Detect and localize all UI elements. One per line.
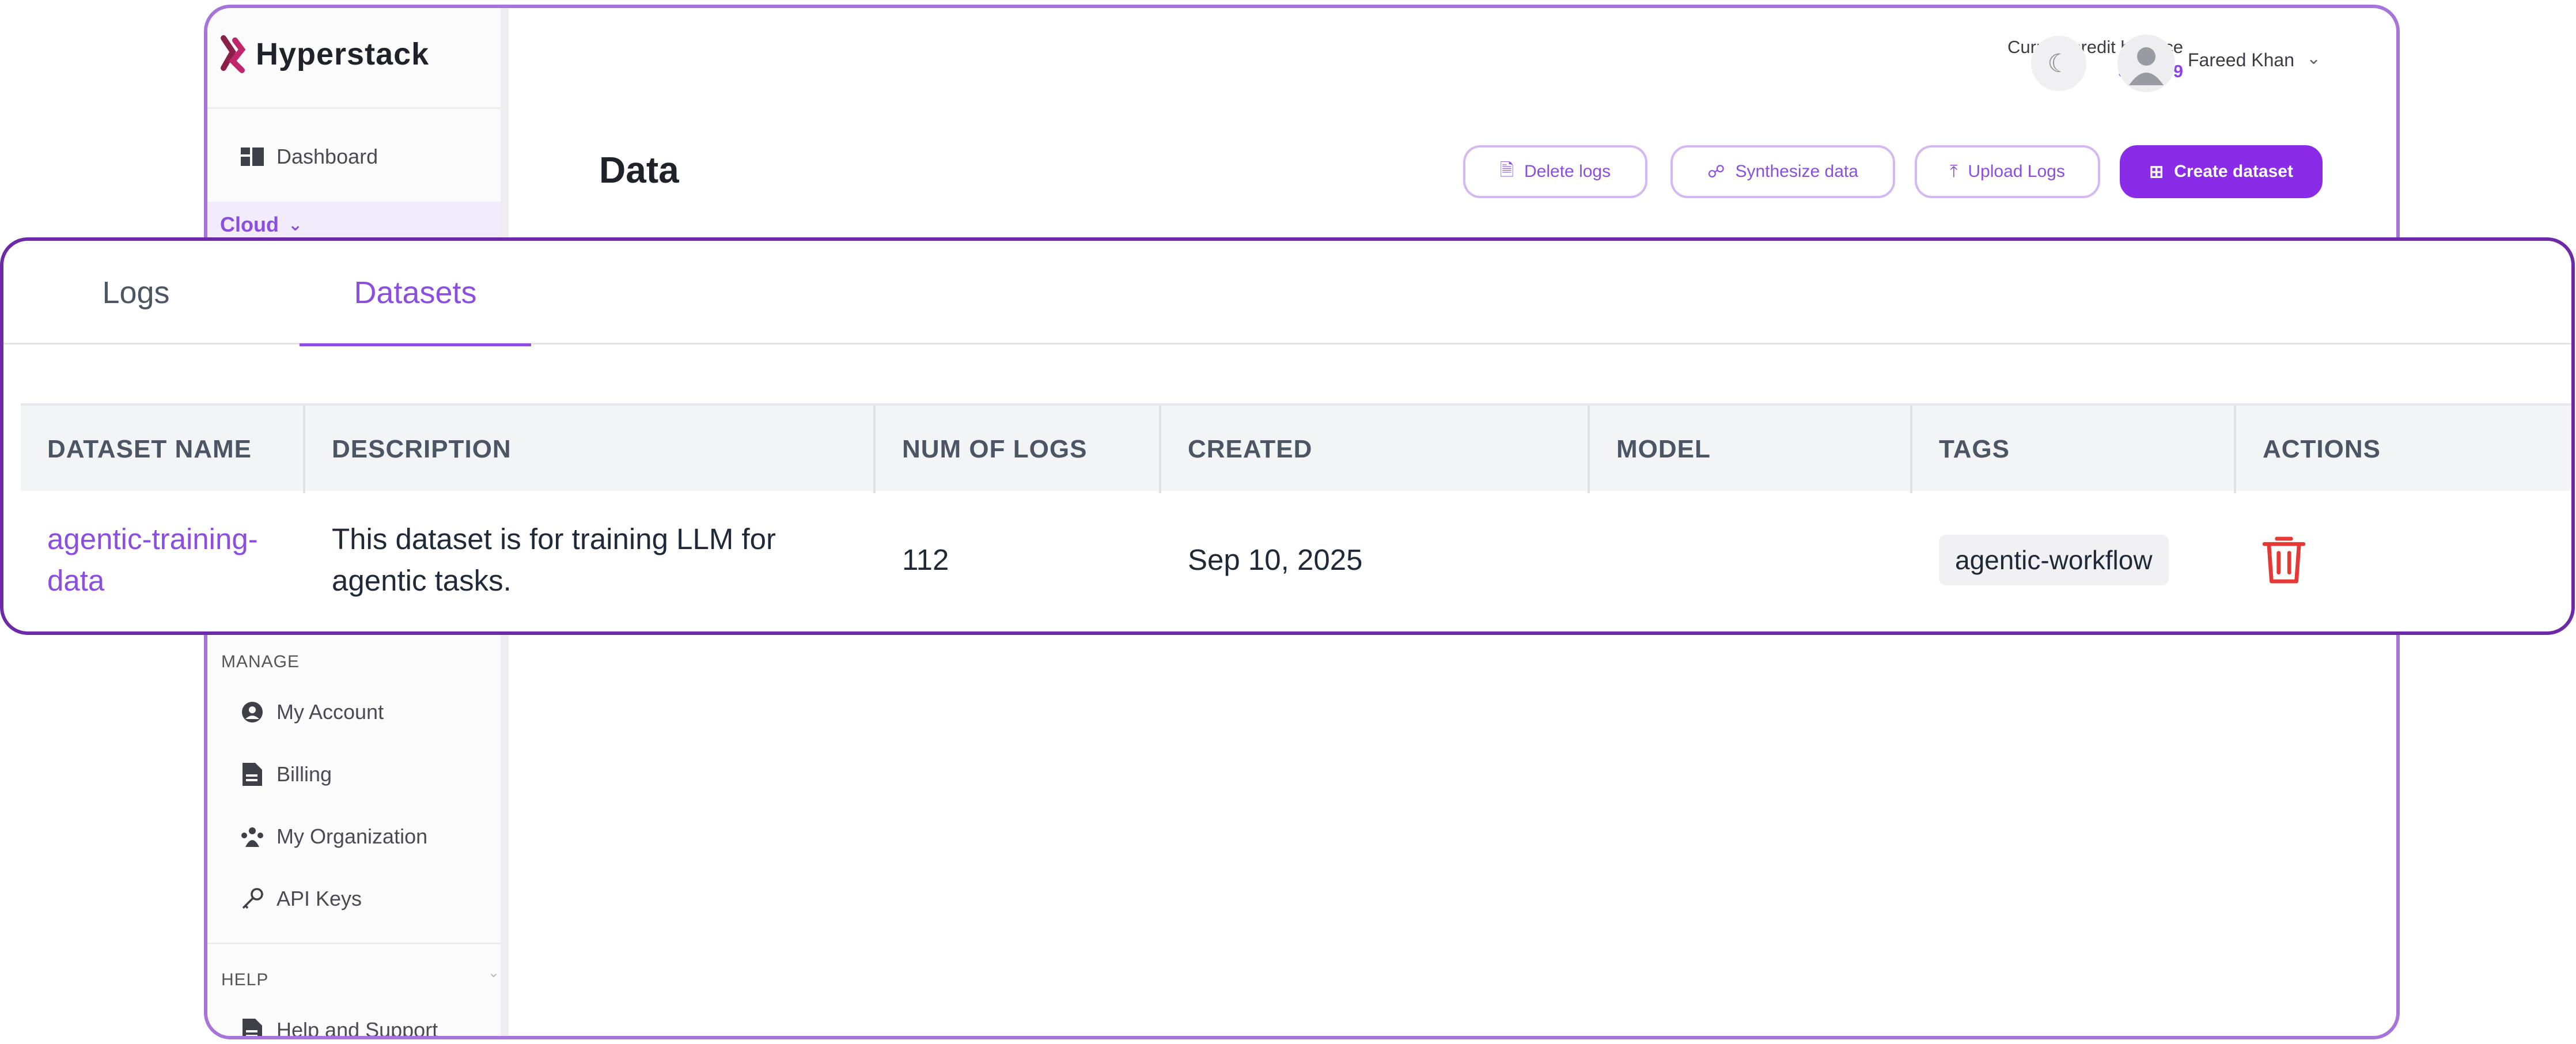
upload-icon: ⤒ [1950, 162, 1958, 181]
moon-icon: ☾ [2047, 49, 2070, 78]
user-circle-icon [240, 699, 265, 725]
sidebar-item-label: Dashboard [276, 145, 378, 168]
dashboard-icon [240, 144, 265, 169]
button-label: Delete logs [1524, 162, 1611, 181]
datasets-zoom-panel: Logs Datasets DATASET NAME DESCRIPTION N… [0, 237, 2575, 635]
key-icon [240, 886, 265, 911]
synthesize-data-button[interactable]: ☍ Synthesize data [1670, 145, 1895, 198]
column-header-tags[interactable]: TAGS [1912, 406, 2236, 493]
section-label-manage: MANAGE [221, 652, 300, 671]
document-icon: 🗎 [1499, 160, 1514, 180]
sidebar-divider [207, 943, 501, 944]
cell-tags: agentic-workflow [1912, 491, 2236, 629]
datasets-table: DATASET NAME DESCRIPTION NUM OF LOGS CRE… [21, 403, 2571, 629]
sidebar-item-my-account[interactable]: My Account [240, 699, 384, 725]
chevron-down-icon: ⌄ [287, 215, 303, 234]
page-title: Data [599, 149, 679, 191]
document-icon [240, 762, 265, 787]
button-label: Create dataset [2174, 162, 2293, 181]
column-header-description[interactable]: DESCRIPTION [305, 406, 876, 493]
column-header-created[interactable]: CREATED [1161, 406, 1590, 493]
column-header-model[interactable]: MODEL [1590, 406, 1912, 493]
tab-bar: Logs Datasets [3, 241, 2571, 346]
trash-icon[interactable] [2263, 535, 2305, 585]
button-label: Synthesize data [1735, 162, 1858, 181]
sidebar-item-dashboard[interactable]: Dashboard [240, 144, 378, 169]
button-label: Upload Logs [1968, 162, 2065, 181]
sidebar-item-my-organization[interactable]: My Organization [240, 824, 427, 849]
column-header-dataset-name[interactable]: DATASET NAME [21, 406, 305, 493]
cell-actions [2236, 491, 2571, 629]
folder-plus-icon: ⊞ [2149, 162, 2164, 181]
upload-logs-button[interactable]: ⤒ Upload Logs [1915, 145, 2100, 198]
table-row: agentic-training-data This dataset is fo… [21, 491, 2571, 629]
cell-dataset-name: agentic-training-data [21, 491, 305, 629]
brand[interactable]: Hyperstack [219, 33, 429, 75]
sidebar-divider [207, 107, 501, 109]
cell-created: Sep 10, 2025 [1188, 543, 1363, 576]
sidebar-item-billing[interactable]: Billing [240, 762, 332, 787]
organization-icon [240, 824, 265, 849]
user-name[interactable]: Fareed Khan [2188, 50, 2294, 71]
dataset-name-link[interactable]: agentic-training-data [47, 519, 289, 602]
table-header: DATASET NAME DESCRIPTION NUM OF LOGS CRE… [21, 403, 2571, 493]
theme-toggle-button[interactable]: ☾ [2031, 36, 2086, 91]
cell-description: This dataset is for training LLM for age… [305, 491, 876, 629]
scroll-down-icon[interactable]: ⌄ [488, 964, 499, 981]
tag-chip: agentic-workflow [1939, 535, 2169, 585]
cell-model [1590, 491, 1912, 629]
chevron-down-icon[interactable]: ⌄ [2306, 48, 2321, 69]
sidebar-item-label: Cloud [220, 213, 279, 236]
sidebar-item-label: My Organization [276, 824, 428, 848]
sidebar-item-label: My Account [276, 700, 384, 724]
sidebar-item-label: Help and Support [276, 1018, 438, 1039]
section-label-help: HELP [221, 970, 269, 989]
cell-num-of-logs: 112 [902, 543, 949, 576]
document-icon [240, 1017, 265, 1036]
sidebar-item-api-keys[interactable]: API Keys [240, 886, 362, 911]
tab-logs[interactable]: Logs [26, 241, 245, 345]
tab-datasets[interactable]: Datasets [300, 241, 531, 346]
dataset-description: This dataset is for training LLM for age… [332, 523, 776, 597]
brand-name: Hyperstack [256, 37, 430, 71]
delete-logs-button[interactable]: 🗎 Delete logs [1463, 145, 1647, 198]
sidebar-item-help-and-support[interactable]: Help and Support [240, 1017, 438, 1039]
create-dataset-button[interactable]: ⊞ Create dataset [2120, 145, 2323, 198]
hyperstack-logo-icon [221, 35, 246, 73]
avatar[interactable] [2117, 35, 2175, 92]
sidebar-item-label: API Keys [276, 887, 362, 910]
column-header-num-of-logs[interactable]: NUM OF LOGS [876, 406, 1161, 493]
share-nodes-icon: ☍ [1707, 162, 1725, 181]
column-header-actions: ACTIONS [2263, 435, 2381, 463]
user-icon [2129, 47, 2164, 85]
sidebar-item-label: Billing [276, 762, 332, 786]
